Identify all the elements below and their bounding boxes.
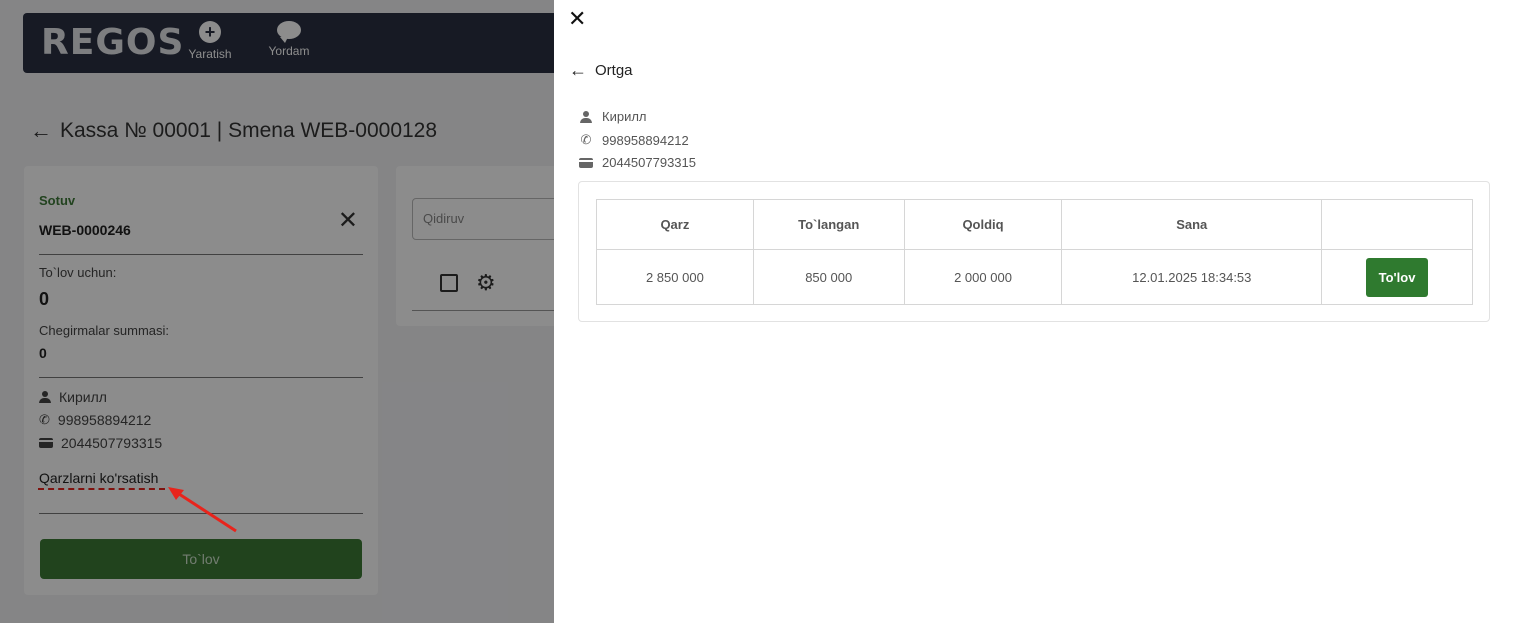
cell-sana: 12.01.2025 18:34:53 (1061, 249, 1323, 305)
table-row: 2 850 000 850 000 2 000 000 12.01.2025 1… (596, 249, 1473, 305)
table-header-row: Qarz To`langan Qoldiq Sana (596, 199, 1473, 250)
cell-tolangan: 850 000 (752, 249, 905, 305)
col-header-qoldiq: Qoldiq (903, 199, 1063, 250)
debts-table-card: Qarz To`langan Qoldiq Sana 2 850 000 850… (578, 181, 1490, 322)
cell-qoldiq: 2 000 000 (903, 249, 1063, 305)
drawer-phone-row: ✆ 998958894212 (578, 132, 689, 148)
close-icon[interactable]: ✕ (568, 6, 586, 32)
drawer-phone: 998958894212 (602, 132, 689, 148)
drawer-card-row: 2044507793315 (578, 155, 696, 170)
row-pay-button[interactable]: To'lov (1365, 257, 1429, 297)
cell-qarz: 2 850 000 (596, 249, 754, 305)
modal-backdrop[interactable] (0, 0, 554, 623)
drawer-customer-name-row: Кирилл (578, 109, 647, 124)
drawer-card: 2044507793315 (602, 155, 696, 170)
back-label: Ortga (595, 62, 633, 79)
col-header-action (1321, 199, 1473, 250)
col-header-tolangan: To`langan (752, 199, 905, 250)
back-link[interactable]: ← Ortga (569, 60, 633, 81)
drawer-customer-name: Кирилл (602, 109, 647, 124)
col-header-sana: Sana (1061, 199, 1323, 250)
debts-table: Qarz To`langan Qoldiq Sana 2 850 000 850… (596, 199, 1473, 305)
col-header-qarz: Qarz (596, 199, 754, 250)
card-icon (578, 157, 594, 168)
user-icon (578, 110, 594, 123)
debts-drawer: ✕ ← Ortga Кирилл ✆ 998958894212 20445077… (554, 0, 1513, 623)
cell-action: To'lov (1321, 249, 1473, 305)
arrow-left-icon: ← (569, 60, 587, 80)
phone-icon: ✆ (580, 132, 592, 147)
